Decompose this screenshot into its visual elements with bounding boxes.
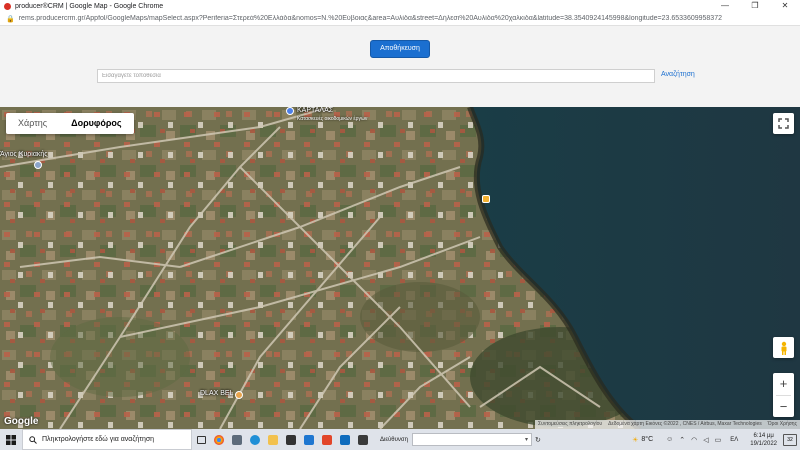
terms-link[interactable]: Όροι Χρήσης — [768, 420, 797, 429]
taskbar-app-store[interactable] — [282, 429, 300, 450]
window-titlebar: producer®CRM | Google Map - Google Chrom… — [0, 0, 800, 12]
calculator-icon — [232, 434, 242, 445]
clock-date: 19/1/2022 — [750, 440, 777, 447]
pegman-icon — [781, 341, 786, 355]
poi-pin-icon[interactable] — [286, 107, 294, 115]
map-data-credit: Δεδομένα χάρτη Εικόνες ©2022 , CNES / Ai… — [608, 421, 762, 427]
taskbar-app-store2[interactable] — [354, 429, 372, 450]
language-indicator[interactable]: ΕΛ — [730, 437, 738, 443]
taskbar-app-outlook[interactable] — [336, 429, 354, 450]
windows-logo-icon — [6, 434, 16, 445]
close-button[interactable]: ✕ — [770, 0, 800, 12]
chrome-icon — [214, 434, 224, 445]
volume-icon[interactable]: ◁ — [703, 436, 708, 444]
taskbar-app-office[interactable] — [318, 429, 336, 450]
lock-icon[interactable]: 🔒 — [6, 15, 15, 23]
task-view-icon — [196, 435, 206, 444]
start-button[interactable] — [0, 429, 22, 450]
refresh-icon[interactable]: ↻ — [535, 436, 541, 444]
zoom-out-button[interactable]: − — [773, 396, 794, 418]
battery-icon[interactable]: ▭ — [715, 436, 722, 444]
store-icon — [286, 434, 296, 445]
taskbar-app-chrome[interactable] — [210, 429, 228, 450]
system-tray: ☀ 8°C ☺ ⌃ ◠ ◁ ▭ ΕΛ 6:14 μμ 19/1/2022 32 — [632, 429, 800, 450]
fullscreen-button[interactable] — [773, 113, 794, 134]
business-marker-icon[interactable] — [482, 195, 490, 203]
fullscreen-icon — [778, 118, 789, 129]
location-search-input[interactable] — [97, 69, 655, 83]
poi-label[interactable]: ΚΑΡΤΑΛΑΣ — [297, 107, 333, 114]
poi2-label[interactable]: DLAX BEL — [200, 390, 233, 397]
save-button[interactable]: Αποθήκευση — [370, 40, 430, 58]
wifi-icon[interactable]: ◠ — [691, 436, 697, 444]
taskbar-app-mail[interactable] — [300, 429, 318, 450]
address-bar[interactable]: 🔒 rems.producercrm.gr/Appfol/GoogleMaps/… — [0, 12, 800, 26]
satellite-imagery — [0, 107, 800, 429]
search-icon — [29, 435, 37, 444]
page-header: Αποθήκευση Αναζήτηση — [0, 27, 800, 107]
folder-icon — [268, 434, 278, 445]
app-favicon-icon — [4, 2, 11, 10]
window-title: producer®CRM | Google Map - Google Chrom… — [15, 2, 164, 10]
poi2-pin-icon[interactable] — [235, 391, 243, 399]
taskbar-address-label: Διεύθυνση — [380, 436, 408, 443]
notification-count: 32 — [787, 436, 793, 443]
shopping-icon — [358, 434, 368, 445]
window-controls: — ❐ ✕ — [710, 0, 800, 12]
windows-taskbar: Πληκτρολογήστε εδώ για αναζήτηση Διεύθυν… — [0, 429, 800, 450]
edge-icon — [250, 434, 260, 445]
weather-widget[interactable]: ☀ 8°C — [632, 436, 653, 444]
taskbar-app-edge[interactable] — [246, 429, 264, 450]
zoom-control: + − — [773, 373, 794, 417]
tab-satellite[interactable]: Δορυφόρος — [59, 113, 133, 134]
area-label: Άγιος Κυριακής — [0, 151, 48, 158]
google-logo: Google — [4, 416, 39, 427]
weather-temp: 8°C — [641, 436, 654, 443]
taskbar-search-box[interactable]: Πληκτρολογήστε εδώ για αναζήτηση — [22, 429, 192, 450]
clock[interactable]: 6:14 μμ 19/1/2022 — [750, 432, 777, 448]
people-icon[interactable]: ☺ — [666, 436, 673, 443]
office-icon — [322, 434, 332, 445]
taskbar-address-input[interactable]: ▾ — [411, 433, 532, 446]
notification-center-button[interactable]: 32 — [783, 433, 797, 446]
search-link[interactable]: Αναζήτηση — [661, 71, 695, 78]
url-text[interactable]: rems.producercrm.gr/Appfol/GoogleMaps/ma… — [19, 15, 722, 22]
zoom-in-button[interactable]: + — [773, 373, 794, 395]
taskbar-search-text[interactable]: Πληκτρολογήστε εδώ για αναζήτηση — [42, 436, 154, 443]
taskbar-app-calculator[interactable] — [228, 429, 246, 450]
clock-time: 6:14 μμ — [753, 432, 774, 439]
weather-sun-icon: ☀ — [632, 436, 639, 444]
map-attribution: Συντομεύσεις πληκτρολογίου Δεδομένα χάρτ… — [535, 420, 800, 429]
mail-icon — [304, 434, 314, 445]
poi-sublabel: Κατασκευές οικοδομικών έργων — [297, 116, 368, 122]
show-hidden-icons-icon[interactable]: ⌃ — [679, 436, 685, 444]
map-type-control: Χάρτης Δορυφόρος — [6, 113, 134, 134]
area-pin-icon — [34, 161, 42, 169]
minimize-button[interactable]: — — [710, 0, 740, 12]
street-view-button[interactable] — [773, 337, 794, 358]
task-view-button[interactable] — [192, 429, 210, 450]
outlook-icon — [340, 434, 350, 445]
taskbar-app-explorer[interactable] — [264, 429, 282, 450]
tab-map[interactable]: Χάρτης — [6, 113, 59, 134]
keyboard-shortcuts-link[interactable]: Συντομεύσεις πληκτρολογίου — [538, 420, 602, 429]
address-dropdown-icon[interactable]: ▾ — [525, 436, 528, 443]
satellite-map[interactable]: ΚΑΡΤΑΛΑΣ Κατασκευές οικοδομικών έργων Άγ… — [0, 107, 800, 429]
restore-button[interactable]: ❐ — [740, 0, 770, 12]
